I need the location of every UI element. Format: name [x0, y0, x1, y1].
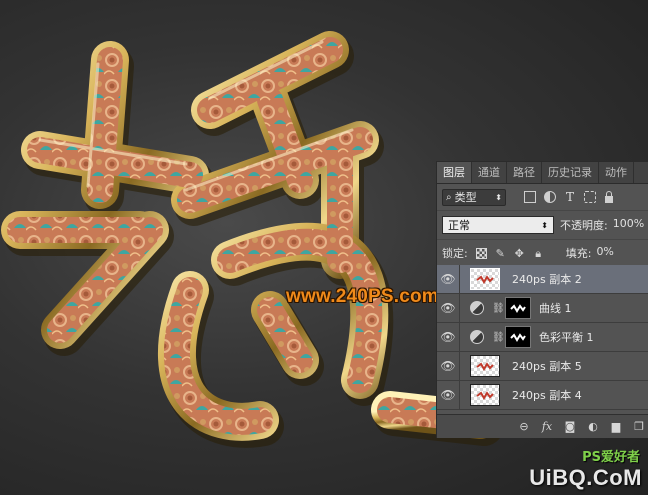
type-filter-icon[interactable]: T	[564, 191, 576, 203]
site-logo: UiBQ.CoM	[529, 465, 642, 490]
layer-name: 240ps 副本 4	[512, 389, 582, 402]
link-icon[interactable]: ⛓︎	[492, 303, 505, 314]
visibility-eye-icon[interactable]: 👁︎	[437, 301, 459, 315]
layer-name: 色彩平衡 1	[539, 331, 594, 344]
fx-icon[interactable]: fx	[541, 420, 553, 433]
tab-history[interactable]: 历史记录	[542, 162, 599, 183]
layer-name: 240ps 副本 5	[512, 360, 582, 373]
layers-list: 👁︎ 240ps 副本 2 👁︎ ⛓︎ 曲线 1 👁︎ ⛓︎ 色彩平衡 1 👁︎…	[437, 265, 648, 410]
layer-row[interactable]: 👁︎ 240ps 副本 5	[437, 352, 648, 381]
layer-thumbnail	[470, 384, 500, 406]
layer-row[interactable]: 👁︎ ⛓︎ 色彩平衡 1	[437, 323, 648, 352]
tab-paths[interactable]: 路径	[507, 162, 542, 183]
watermark-url: www.240PS.com	[286, 286, 439, 307]
divider	[459, 352, 460, 380]
layer-row[interactable]: 👁︎ ⛓︎ 曲线 1	[437, 294, 648, 323]
tab-actions[interactable]: 动作	[599, 162, 634, 183]
mask-icon[interactable]: ◙	[564, 420, 576, 433]
panel-tabs: 图层 通道 路径 历史记录 动作	[437, 162, 648, 184]
blend-mode-value: 正常	[448, 219, 470, 232]
adjustment-layer-icon	[470, 330, 484, 344]
tab-channels[interactable]: 通道	[472, 162, 507, 183]
folder-icon[interactable]: ▆	[610, 420, 622, 433]
lock-paint-brush-icon[interactable]: ✎	[495, 248, 506, 259]
lock-all-icon[interactable]: 🔒︎	[533, 248, 544, 259]
chevron-updown-icon: ⬍	[541, 220, 548, 230]
link-icon[interactable]: ⛓︎	[492, 332, 505, 343]
layer-name: 曲线 1	[539, 302, 572, 315]
visibility-eye-icon[interactable]: 👁︎	[437, 330, 459, 344]
opacity-label: 不透明度:	[560, 219, 608, 232]
opacity-input[interactable]: 100%	[610, 216, 647, 234]
blend-row: 正常 ⬍ 不透明度: 100%	[437, 210, 648, 239]
layer-name: 240ps 副本 2	[512, 273, 582, 286]
divider	[459, 381, 460, 409]
layers-panel: 图层 通道 路径 历史记录 动作 ⌕ 类型 ⬍ T 正常 ⬍ 不透明度: 100…	[436, 161, 648, 438]
visibility-eye-icon[interactable]: 👁︎	[437, 388, 459, 402]
divider	[459, 294, 460, 322]
search-icon: ⌕	[446, 191, 452, 203]
pixel-filter-icon[interactable]	[524, 191, 536, 203]
adjustment-filter-icon[interactable]	[544, 191, 556, 203]
layer-row[interactable]: 👁︎ 240ps 副本 2	[437, 265, 648, 294]
filter-row: ⌕ 类型 ⬍ T	[437, 184, 648, 210]
tab-layers[interactable]: 图层	[437, 162, 472, 183]
kind-filter-select[interactable]: ⌕ 类型 ⬍	[442, 188, 506, 206]
visibility-eye-icon[interactable]: 👁︎	[437, 359, 459, 373]
lock-transparency-icon[interactable]	[475, 247, 487, 259]
chevron-updown-icon: ⬍	[495, 192, 502, 202]
kind-filter-label: 类型	[454, 191, 477, 204]
smart-object-filter-icon[interactable]	[604, 191, 614, 203]
lock-label: 锁定:	[442, 247, 468, 260]
layer-thumbnail	[470, 268, 500, 290]
lock-row: 锁定: ✎ ✥ 🔒︎ 填充: 0%	[437, 239, 648, 267]
new-layer-icon[interactable]: ❐	[633, 420, 645, 433]
link-icon[interactable]: ⊖	[518, 420, 530, 433]
site-logo-cn: PS爱好者	[582, 450, 640, 465]
lock-position-icon[interactable]: ✥	[514, 248, 525, 259]
divider	[459, 323, 460, 351]
panel-bottom-bar: ⊖ fx ◙ ◐ ▆ ❐	[437, 414, 648, 438]
layer-row[interactable]: 👁︎ 240ps 副本 4	[437, 381, 648, 410]
divider	[459, 265, 460, 293]
fill-input[interactable]: 0%	[593, 244, 616, 262]
adjustment-layer-icon	[470, 301, 484, 315]
layer-thumbnail	[470, 355, 500, 377]
layer-mask-thumbnail	[505, 326, 531, 348]
visibility-eye-icon[interactable]: 👁︎	[437, 272, 459, 286]
blend-mode-select[interactable]: 正常 ⬍	[442, 216, 554, 234]
shape-filter-icon[interactable]	[584, 191, 596, 203]
fill-label: 填充:	[565, 247, 592, 260]
layer-mask-thumbnail	[505, 297, 531, 319]
new-adjustment-icon[interactable]: ◐	[587, 420, 599, 433]
